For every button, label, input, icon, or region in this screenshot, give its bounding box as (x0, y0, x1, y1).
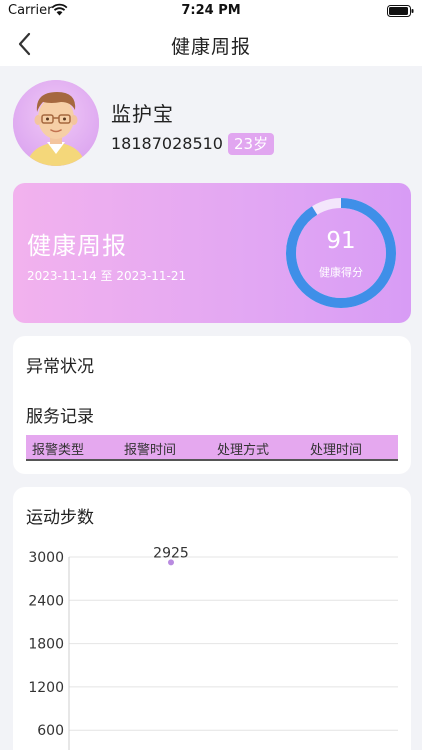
y-tick-label: 3000 (28, 550, 64, 566)
abnormal-title: 异常状况 (26, 357, 94, 377)
user-phone: 18187028510 (111, 134, 223, 153)
battery-icon (387, 5, 414, 17)
user-name: 监护宝 (111, 102, 174, 126)
data-point-label: 2925 (153, 545, 189, 561)
column-alarm-type: 报警类型 (32, 443, 85, 458)
service-record-title: 服务记录 (26, 407, 94, 427)
age-badge: 23岁 (228, 133, 275, 155)
abnormal-panel: 异常状况 服务记录 报警类型 报警时间 处理方式 处理时间 (13, 336, 411, 474)
y-tick-label: 2400 (28, 593, 64, 609)
y-tick-label: 1800 (28, 637, 64, 653)
avatar-illustration (13, 80, 99, 166)
steps-chart: 3000 2400 1800 1200 600 2925 (28, 545, 398, 750)
y-tick-label: 600 (37, 723, 64, 739)
navigation-bar: 健康周报 (0, 22, 422, 66)
report-date-range: 2023-11-14 至 2023-11-21 (27, 269, 187, 283)
status-bar: Carrier 7:24 PM (0, 0, 422, 22)
health-score-value: 91 (326, 228, 356, 254)
page-title: 健康周报 (170, 36, 251, 58)
profile-header: 监护宝 18187028510 23岁 (0, 66, 422, 176)
column-alarm-time: 报警时间 (124, 443, 177, 458)
avatar[interactable] (13, 80, 99, 166)
health-score-label: 健康得分 (319, 266, 363, 279)
steps-panel: 运动步数 3000 2400 1800 1200 600 2925 (13, 487, 411, 750)
weekly-report-card: 健康周报 2023-11-14 至 2023-11-21 91 健康得分 (13, 183, 411, 323)
clock-time: 7:24 PM (181, 3, 241, 18)
report-title: 健康周报 (27, 232, 127, 260)
column-handling-time: 处理时间 (310, 443, 363, 458)
column-handling-method: 处理方式 (217, 443, 270, 458)
y-tick-label: 1200 (28, 680, 64, 696)
service-table-header: 报警类型 报警时间 处理方式 处理时间 (26, 435, 398, 461)
